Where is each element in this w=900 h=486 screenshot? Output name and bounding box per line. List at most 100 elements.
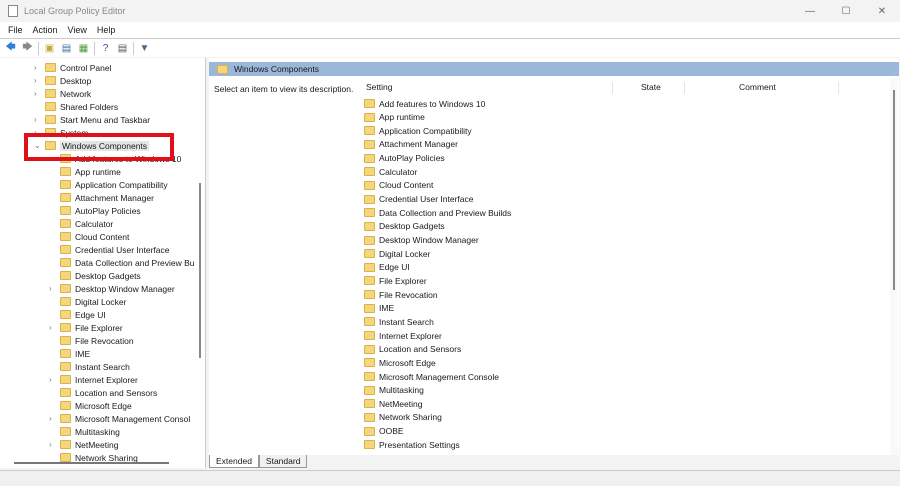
tree-item[interactable]: Microsoft Edge (60, 399, 132, 412)
menu-help[interactable]: Help (97, 25, 116, 35)
tree-item[interactable]: Application Compatibility (60, 178, 168, 191)
tree-item[interactable]: Edge UI (60, 308, 106, 321)
list-item[interactable]: Instant Search (364, 315, 434, 328)
chevron-right-icon[interactable]: › (49, 414, 57, 423)
tree-item[interactable]: › Start Menu and Taskbar (34, 113, 151, 126)
menu-file[interactable]: File (8, 25, 23, 35)
list-item[interactable]: Credential User Interface (364, 193, 474, 206)
list-item[interactable]: Attachment Manager (364, 138, 458, 151)
tree-item[interactable]: IME (60, 347, 90, 360)
close-button[interactable]: ✕ (864, 0, 900, 22)
list-item[interactable]: IME (364, 302, 394, 315)
tree-item-label: File Explorer (75, 322, 123, 333)
tree-item-label: Internet Explorer (75, 374, 138, 385)
list-item[interactable]: App runtime (364, 111, 425, 124)
list-item[interactable]: OOBE (364, 425, 404, 438)
tree-item-label: Start Menu and Taskbar (60, 114, 151, 125)
tree-item-label: Network Sharing (75, 452, 138, 463)
list-item[interactable]: Calculator (364, 165, 417, 178)
tree-item[interactable]: › Network (34, 87, 91, 100)
list-item[interactable]: File Revocation (364, 288, 438, 301)
tree-item[interactable]: Digital Locker (60, 295, 127, 308)
list-item[interactable]: Microsoft Management Console (364, 370, 499, 383)
tree-item[interactable]: Multitasking (60, 425, 120, 438)
list-item[interactable]: Internet Explorer (364, 329, 442, 342)
folder-icon (364, 344, 375, 354)
chevron-right-icon[interactable]: › (49, 440, 57, 449)
list-item[interactable]: Edge UI (364, 261, 410, 274)
tree-item[interactable]: Cloud Content (60, 230, 129, 243)
list-item[interactable]: Multitasking (364, 384, 424, 397)
list-item[interactable]: Digital Locker (364, 247, 431, 260)
list-vertical-scrollbar[interactable] (890, 78, 898, 455)
tree-item-label: Instant Search (75, 361, 130, 372)
list-item[interactable]: Microsoft Edge (364, 356, 436, 369)
maximize-button[interactable]: ☐ (828, 0, 864, 22)
list-item[interactable]: Data Collection and Preview Builds (364, 206, 511, 219)
tree-item[interactable]: Credential User Interface (60, 243, 170, 256)
list-item[interactable]: Add features to Windows 10 (364, 97, 485, 110)
minimize-button[interactable]: — (792, 0, 828, 22)
tree-item[interactable]: › Desktop (34, 74, 91, 87)
forward-arrow-icon[interactable]: 🡆 (21, 42, 34, 55)
back-arrow-icon[interactable]: 🡄 (4, 42, 17, 55)
list-item[interactable]: Cloud Content (364, 179, 433, 192)
tab-standard[interactable]: Standard (258, 455, 308, 468)
list-item[interactable]: Presentation Settings (364, 438, 460, 451)
column-comment[interactable]: Comment (739, 82, 776, 92)
list-item[interactable]: AutoPlay Policies (364, 152, 445, 165)
chevron-right-icon[interactable]: › (34, 63, 42, 72)
tree-vertical-scrollbar[interactable] (199, 183, 201, 358)
menu-action[interactable]: Action (33, 25, 58, 35)
tree-item[interactable]: Calculator (60, 217, 113, 230)
list-item[interactable]: Desktop Gadgets (364, 220, 445, 233)
tree-item[interactable]: App runtime (60, 165, 121, 178)
folder-icon (364, 303, 375, 313)
folder-icon (45, 102, 56, 111)
column-state[interactable]: State (641, 82, 661, 92)
tree-item[interactable]: Shared Folders (45, 100, 118, 113)
tab-extended[interactable]: Extended (209, 455, 259, 468)
tree-item[interactable]: Instant Search (60, 360, 130, 373)
chevron-right-icon[interactable]: › (34, 89, 42, 98)
tree-item[interactable]: Attachment Manager (60, 191, 154, 204)
properties-icon[interactable]: ▤ (116, 42, 129, 55)
export-list-icon[interactable]: ▦ (77, 42, 90, 55)
chevron-right-icon[interactable]: › (49, 323, 57, 332)
tree-item[interactable]: › Microsoft Management Consol (49, 412, 190, 425)
navigation-tree: › Control Panel › Desktop › Network Shared Fol… (0, 58, 206, 468)
tree-item[interactable]: › Desktop Window Manager (49, 282, 175, 295)
filter-icon[interactable]: ▼ (138, 42, 151, 55)
tree-item[interactable]: Location and Sensors (60, 386, 157, 399)
tree-item-label: Control Panel (60, 62, 112, 73)
view-tabs: Extended Standard (209, 455, 308, 468)
tree-item[interactable]: › NetMeeting (49, 438, 118, 451)
tree-item[interactable]: AutoPlay Policies (60, 204, 141, 217)
list-item[interactable]: Network Sharing (364, 411, 442, 424)
tree-horizontal-scrollbar[interactable] (14, 462, 169, 464)
show-hide-tree-icon[interactable]: ▤ (60, 42, 73, 55)
tree-item[interactable]: Desktop Gadgets (60, 269, 141, 282)
list-item[interactable]: File Explorer (364, 274, 427, 287)
folder-icon (364, 180, 375, 190)
help-icon[interactable]: ? (99, 42, 112, 55)
list-item[interactable]: Location and Sensors (364, 343, 461, 356)
list-item[interactable]: NetMeeting (364, 397, 422, 410)
chevron-right-icon[interactable]: › (34, 76, 42, 85)
tree-item[interactable]: Data Collection and Preview Bu (60, 256, 195, 269)
menu-view[interactable]: View (68, 25, 87, 35)
toolbar: 🡄 🡆 ▣ ▤ ▦? ▤ ▼ (0, 38, 900, 57)
column-setting[interactable]: Setting (366, 82, 392, 92)
tree-item[interactable]: › Internet Explorer (49, 373, 138, 386)
folder-icon (217, 64, 228, 74)
chevron-right-icon[interactable]: › (34, 115, 42, 124)
tree-item[interactable]: › File Explorer (49, 321, 123, 334)
tree-item[interactable]: File Revocation (60, 334, 134, 347)
tree-item[interactable]: › Control Panel (34, 61, 112, 74)
up-folder-icon[interactable]: ▣ (43, 42, 56, 55)
folder-icon (364, 262, 375, 272)
chevron-right-icon[interactable]: › (49, 284, 57, 293)
list-item[interactable]: Desktop Window Manager (364, 234, 479, 247)
list-item[interactable]: Application Compatibility (364, 124, 472, 137)
chevron-right-icon[interactable]: › (49, 375, 57, 384)
